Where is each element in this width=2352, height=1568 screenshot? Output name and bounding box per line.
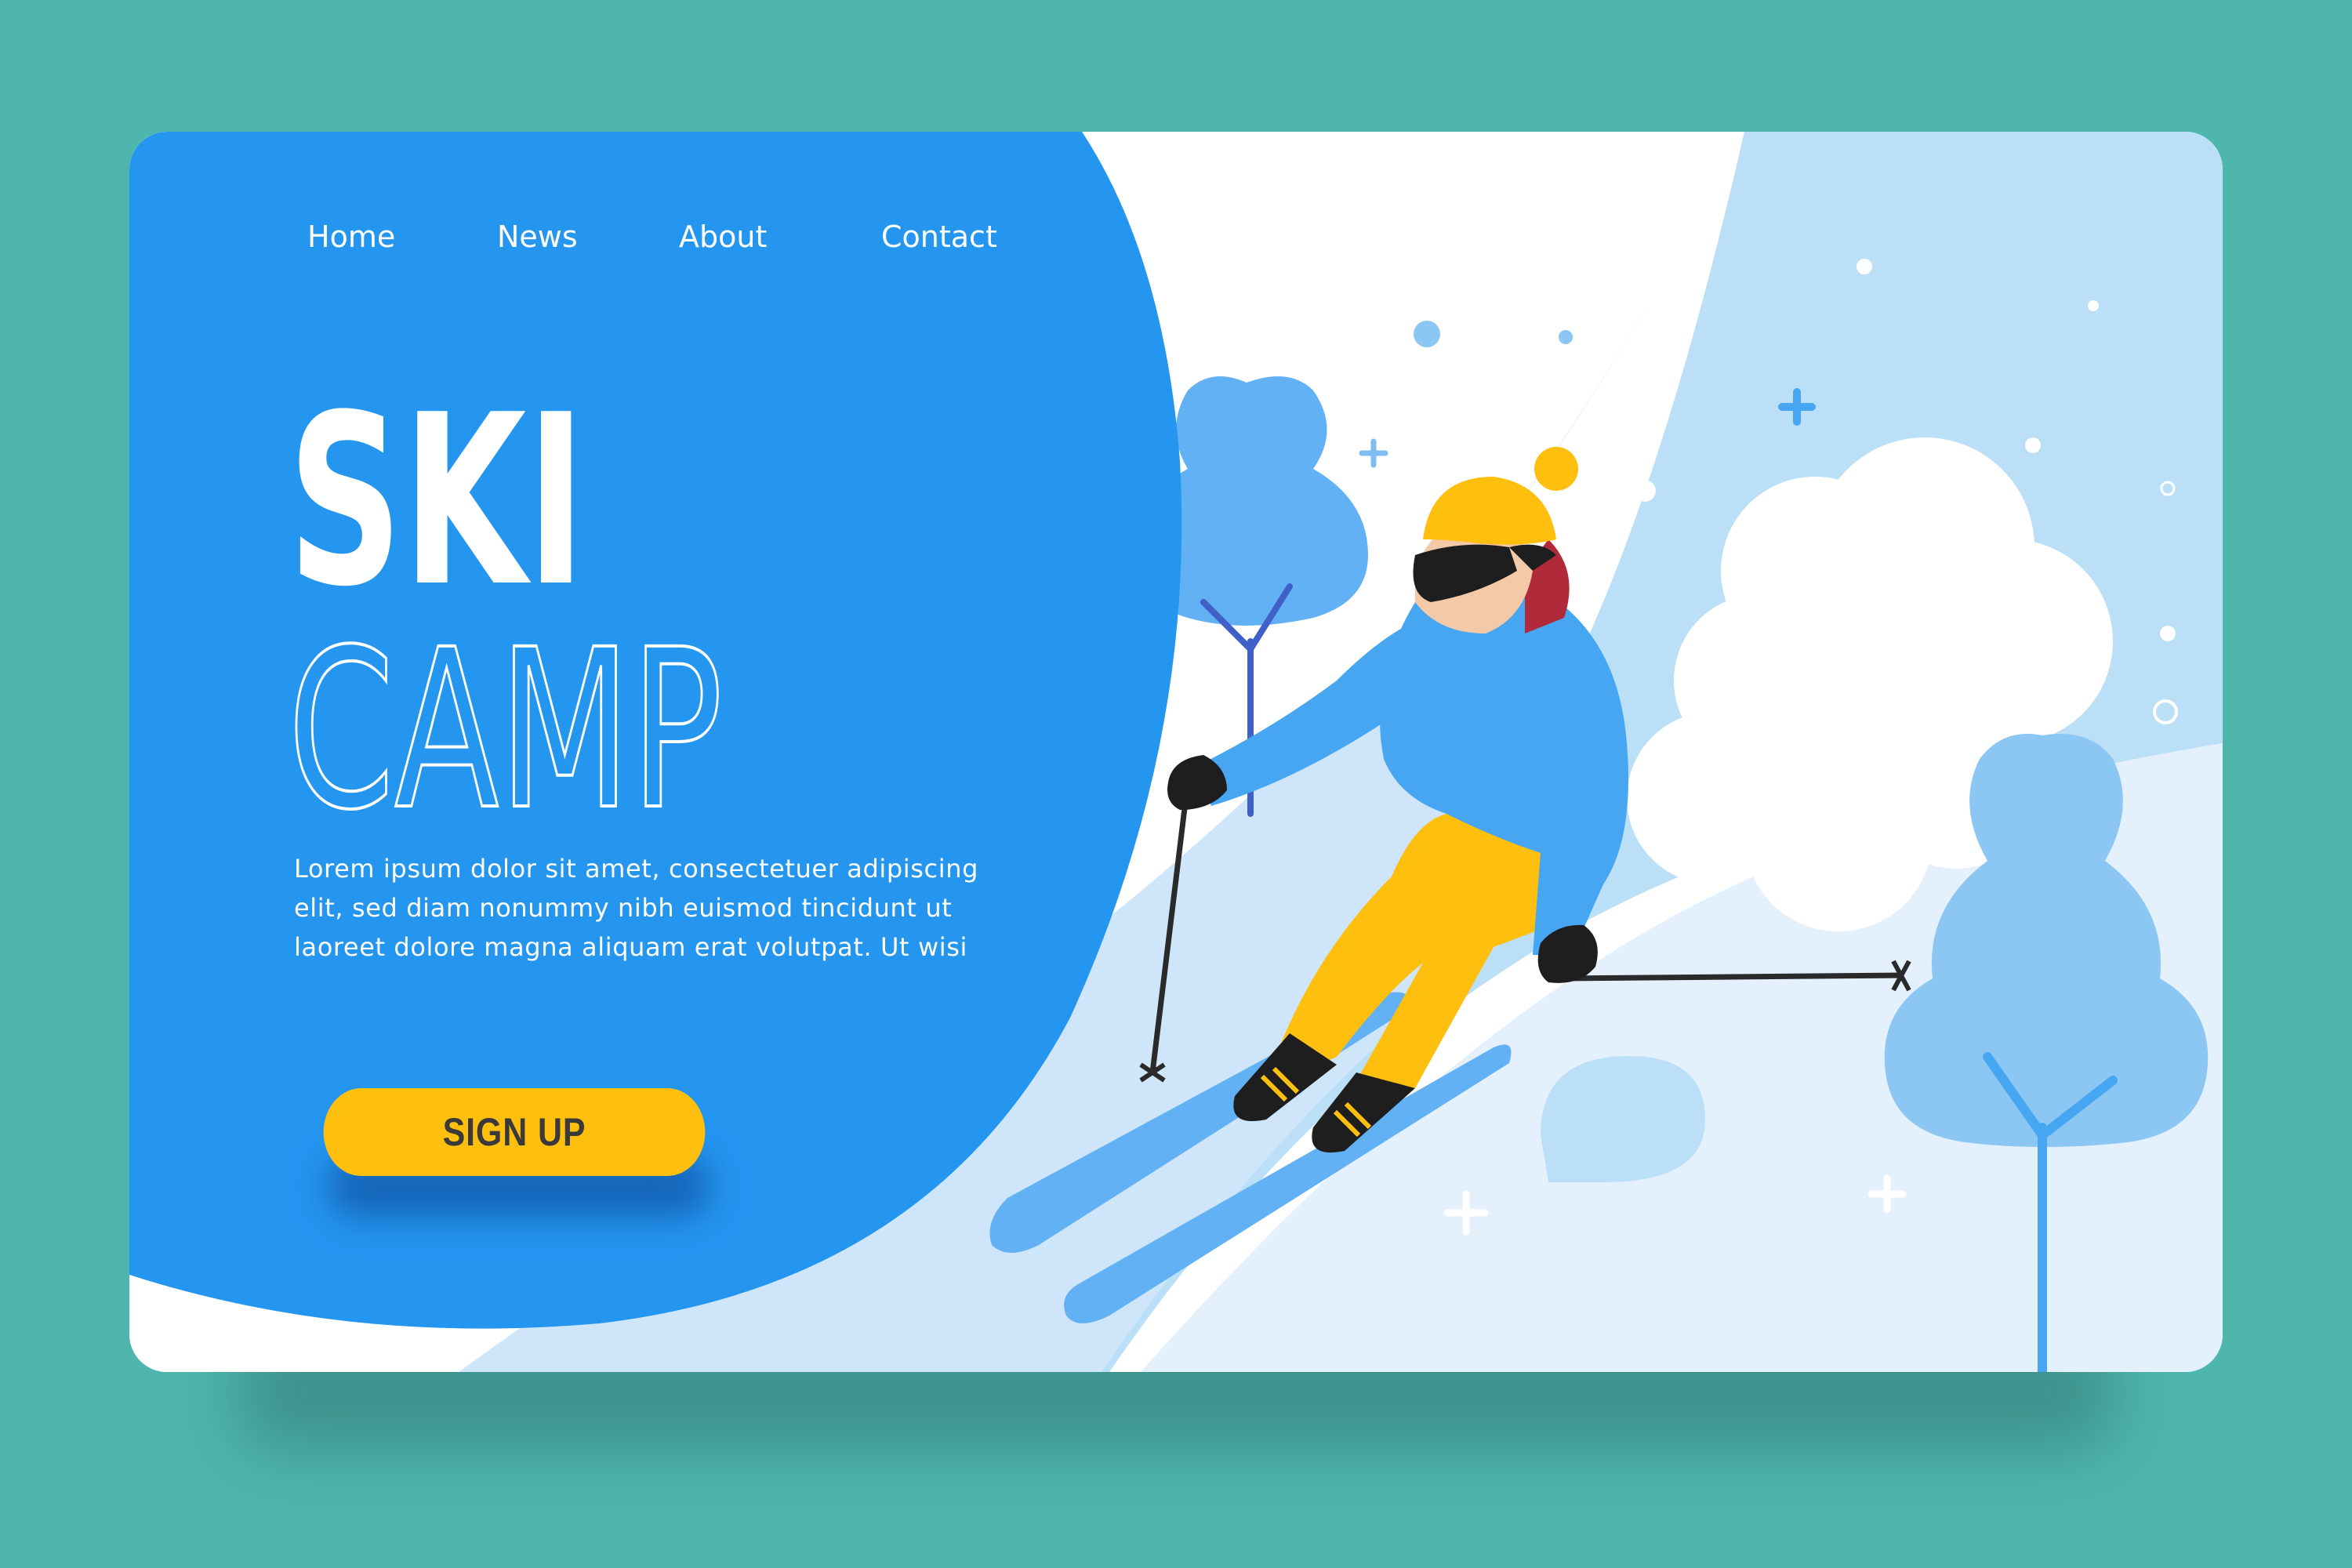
hero-title-line1: SKI — [288, 365, 586, 638]
hero-description-line: Lorem ipsum dolor sit amet, consectetuer… — [294, 854, 979, 884]
hero-description-line: laoreet dolore magna aliquam erat volutp… — [294, 932, 967, 962]
hero-description-line: elit, sed diam nonummy nibh euismod tinc… — [294, 893, 953, 923]
sign-up-button[interactable]: SIGN UP — [323, 1088, 706, 1176]
hero-title-line2: CAMP — [288, 603, 723, 858]
landing-card: Home News About Contact SKI CAMP Lorem i… — [129, 132, 2223, 1372]
hero-description: Lorem ipsum dolor sit amet, consectetuer… — [294, 849, 1196, 967]
